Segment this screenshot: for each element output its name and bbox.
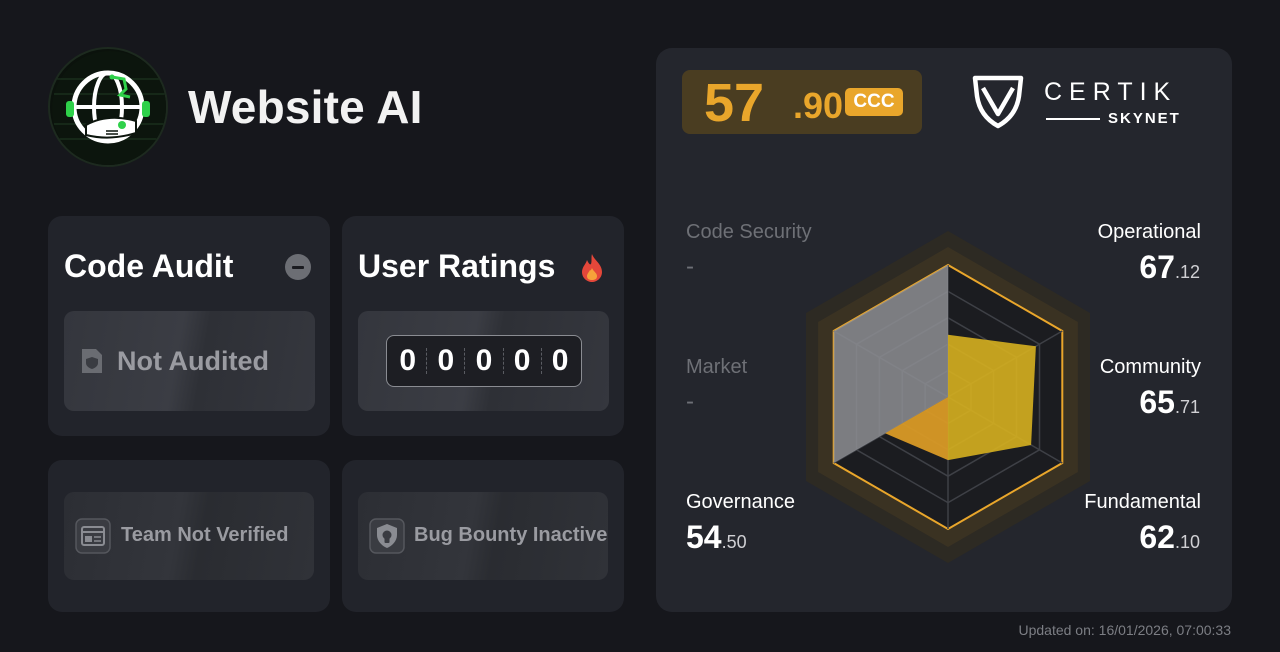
- grade-badge: CCC: [845, 88, 903, 116]
- score-integer: 57: [704, 73, 765, 133]
- metric-operational-value: 67.12: [1139, 249, 1200, 286]
- rating-digit: 0: [437, 344, 455, 377]
- rating-digit: 0: [551, 344, 569, 377]
- code-audit-card[interactable]: Code Audit Not Audited: [48, 216, 330, 436]
- security-score: 57 .90 CCC: [682, 70, 922, 134]
- team-card[interactable]: Team Not Verified: [48, 460, 330, 612]
- metric-code-security-value: -: [686, 253, 694, 280]
- id-card-icon: [75, 518, 111, 554]
- team-status-box: Team Not Verified: [64, 492, 314, 580]
- bug-bounty-card[interactable]: Bug Bounty Inactive: [342, 460, 624, 612]
- project-name: Website AI: [188, 81, 423, 133]
- metric-market-label: Market: [686, 356, 748, 378]
- metric-community-int: 65: [1139, 384, 1175, 420]
- skynet-score-panel: 57 .90 CCC CERTIK SKYNET Code Security -…: [656, 48, 1232, 612]
- audit-status: Not Audited: [117, 346, 269, 376]
- metric-fundamental-dec: .10: [1174, 532, 1200, 552]
- metric-operational-dec: .12: [1174, 262, 1200, 282]
- metric-community-value: 65.71: [1139, 384, 1200, 421]
- digit-divider: [540, 348, 542, 374]
- digit-divider: [426, 348, 428, 374]
- shield-document-icon: [82, 349, 102, 373]
- globe-robot-icon: [52, 51, 166, 165]
- brand-sub: SKYNET: [1108, 110, 1181, 127]
- rating-counter: 0 0 0 0 0: [386, 335, 582, 387]
- radar-data-area: [948, 334, 1036, 461]
- metric-governance-int: 54: [686, 519, 722, 555]
- updated-timestamp: Updated on: 16/01/2026, 07:00:33: [1018, 622, 1231, 638]
- audit-status-box: Not Audited: [64, 311, 315, 411]
- metric-fundamental-int: 62: [1139, 519, 1175, 555]
- radar-chart: [806, 231, 1090, 563]
- metric-community-dec: .71: [1174, 397, 1200, 417]
- code-audit-title: Code Audit: [64, 248, 234, 284]
- project-logo: [48, 47, 168, 167]
- rating-digit: 0: [475, 344, 493, 377]
- metric-operational-label: Operational: [1097, 221, 1201, 243]
- brand-divider: [1046, 118, 1100, 120]
- metric-operational-int: 67: [1139, 249, 1175, 285]
- digit-divider: [502, 348, 504, 374]
- rating-digit: 0: [513, 344, 531, 377]
- minus-circle-icon: [285, 254, 311, 280]
- bug-bounty-status: Bug Bounty Inactive: [414, 524, 608, 546]
- bug-bounty-box: Bug Bounty Inactive: [358, 492, 608, 580]
- metric-governance-value: 54.50: [686, 519, 747, 556]
- certik-shield-icon: [972, 75, 1024, 129]
- user-ratings-card[interactable]: User Ratings: [342, 216, 624, 436]
- digit-divider: [464, 348, 466, 374]
- score-decimal: .90: [793, 85, 844, 126]
- fire-icon: [582, 254, 602, 282]
- metric-governance-label: Governance: [686, 491, 795, 513]
- metric-fundamental-value: 62.10: [1139, 519, 1200, 556]
- metric-code-security-label: Code Security: [686, 221, 812, 243]
- user-ratings-title: User Ratings: [358, 248, 556, 284]
- metric-market-value: -: [686, 388, 694, 415]
- metric-governance-dec: .50: [721, 532, 747, 552]
- bug-shield-icon: [369, 518, 405, 554]
- metric-community-label: Community: [1099, 356, 1201, 378]
- team-status: Team Not Verified: [121, 524, 289, 546]
- brand-name: CERTIK: [1044, 78, 1178, 106]
- rating-digit: 0: [399, 344, 417, 377]
- metric-fundamental-label: Fundamental: [1084, 491, 1201, 513]
